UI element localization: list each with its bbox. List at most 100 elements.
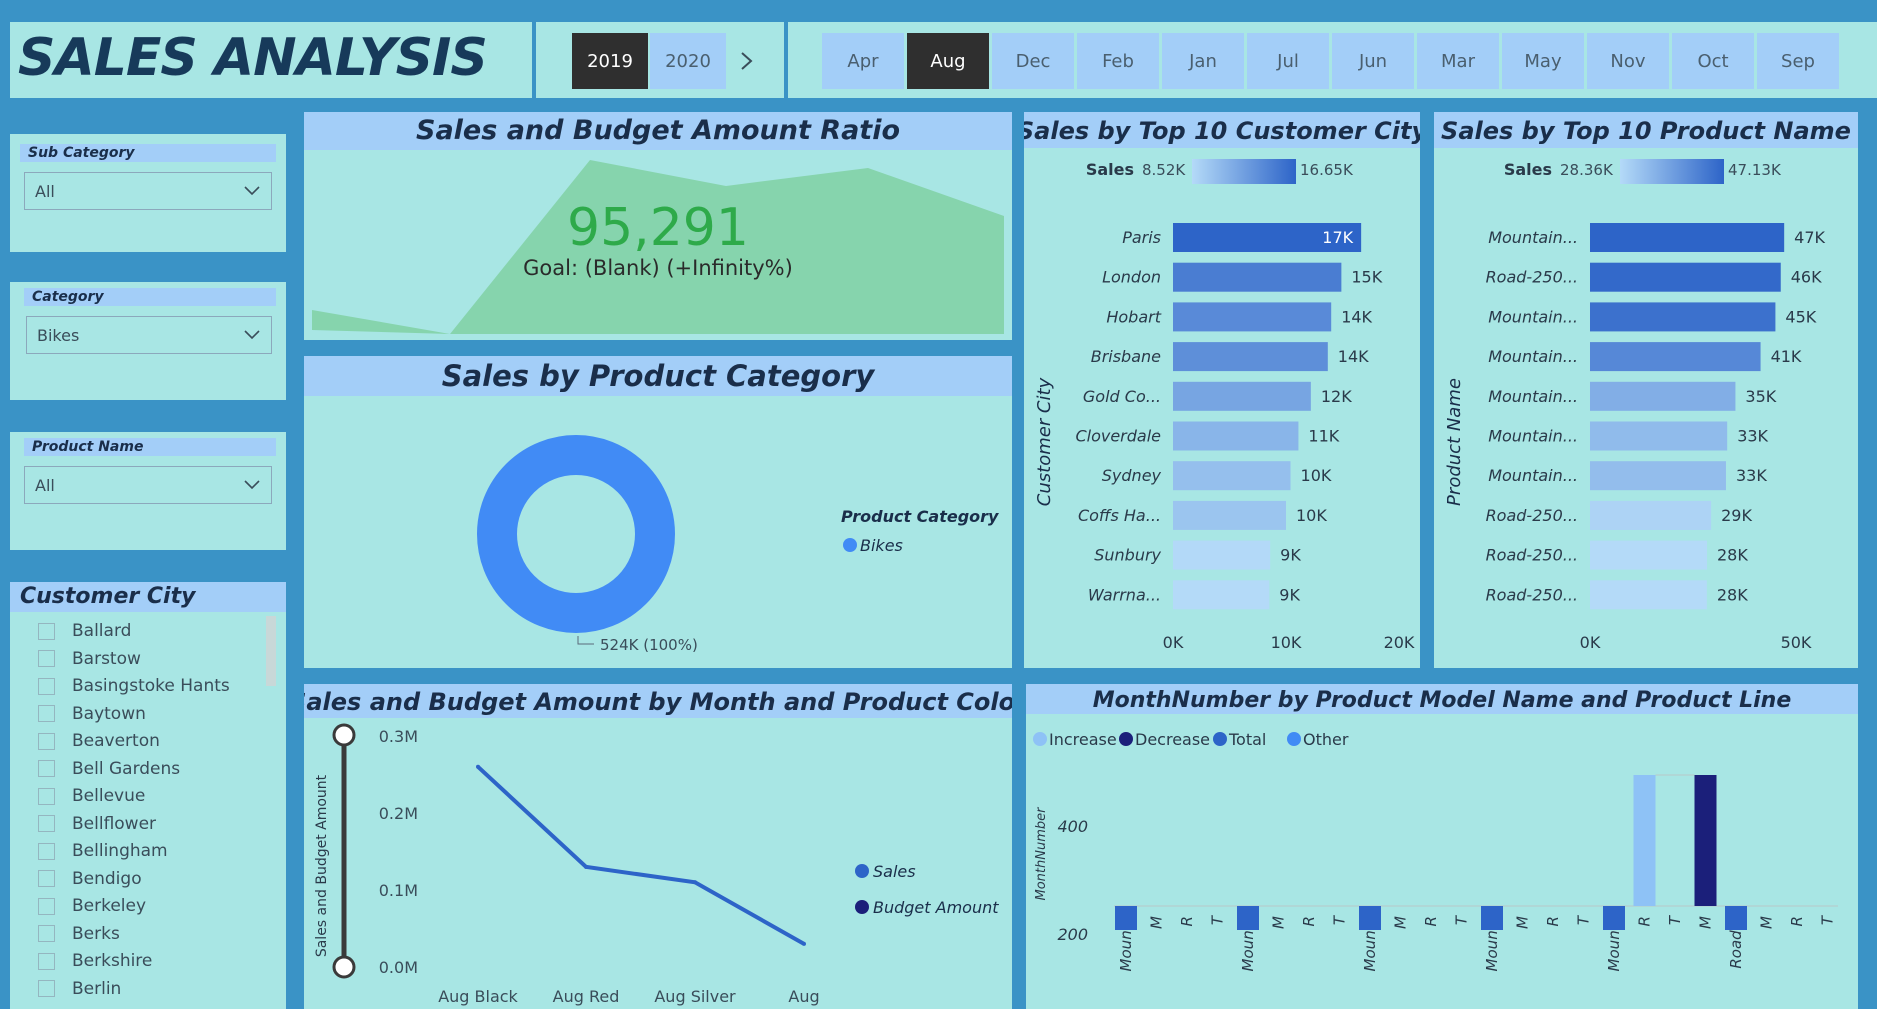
waterfall-bar-total[interactable] [1603,906,1625,930]
bar[interactable] [1173,302,1332,332]
chevron-right-icon[interactable] [736,44,758,78]
checkbox[interactable] [38,787,55,805]
checkbox[interactable] [38,897,55,915]
bar[interactable] [1590,223,1785,252]
bar[interactable] [1173,342,1328,372]
line-point[interactable] [693,880,697,885]
waterfall-bar-decrease[interactable] [1694,775,1717,906]
city-list-label: Berkshire [72,951,153,971]
bar[interactable] [1590,500,1712,530]
bar[interactable] [1590,262,1781,292]
category-tick-label: Cloverdale [1075,427,1161,446]
year-button-2020[interactable]: 2020 [650,33,726,89]
legend-swatch [1287,732,1301,746]
x-tick-label: R [1636,916,1654,926]
city-list-item[interactable]: Bendigo [38,869,142,889]
month-button-jan[interactable]: Jan [1162,33,1244,89]
bar[interactable] [1590,421,1728,451]
x-tick-label: M [1270,916,1288,929]
range-slider-handle-top[interactable] [332,723,356,747]
x-tick-label: Aug Red [553,987,620,1006]
month-button-may[interactable]: May [1502,33,1584,89]
checkbox[interactable] [38,952,55,970]
month-button-dec[interactable]: Dec [992,33,1074,89]
legend-label: Increase [1049,730,1117,749]
waterfall-bar-total[interactable] [1725,906,1747,930]
month-button-mar[interactable]: Mar [1417,33,1499,89]
bar[interactable] [1173,381,1311,411]
waterfall-bar-total[interactable] [1481,906,1503,930]
month-button-oct[interactable]: Oct [1672,33,1754,89]
month-button-nov[interactable]: Nov [1587,33,1669,89]
checkbox[interactable] [38,925,55,942]
month-button-jun[interactable]: Jun [1332,33,1414,89]
category-dropdown[interactable]: Bikes [26,316,272,354]
waterfall-bar-total[interactable] [1359,906,1381,930]
month-button-label: Feb [1102,50,1134,72]
bar[interactable] [1173,262,1342,292]
line-chart-panel: Sales and Budget Amount by Month and Pro… [289,684,1029,1009]
bar[interactable] [1590,540,1708,570]
city-list-item[interactable]: Berlin [38,979,121,999]
bar[interactable] [1173,421,1299,451]
checkbox[interactable] [38,760,55,777]
checkbox[interactable] [38,677,55,695]
city-list-label: Bendigo [72,868,142,889]
city-list-item[interactable]: Bellevue [38,786,145,806]
legend-swatch [1213,732,1227,746]
city-list-item[interactable]: Berkshire [38,951,152,971]
waterfall-bar-increase[interactable] [1633,775,1656,906]
x-tick-label: Aug [788,987,819,1006]
checkbox[interactable] [38,842,55,860]
bar[interactable] [1590,302,1776,332]
bar-data-label: 10K [1296,506,1327,525]
header-title-panel: SALES ANALYSIS [10,22,532,98]
month-button-label: May [1524,50,1562,72]
checkbox[interactable] [38,650,55,667]
city-list-item[interactable]: Bell Gardens [38,759,180,779]
bar-data-label: 10K [1301,466,1332,485]
year-button-2019[interactable]: 2019 [572,33,648,89]
city-list-item[interactable]: Barstow [38,649,141,669]
city-list-item[interactable]: Berkeley [38,896,146,916]
bar[interactable] [1173,500,1286,530]
scrollbar-thumb[interactable] [266,616,276,686]
city-list-item[interactable]: Beaverton [38,731,160,751]
bar[interactable] [1590,580,1707,610]
bar[interactable] [1590,342,1761,372]
checkbox[interactable] [38,980,55,997]
product-name-dropdown[interactable]: All [24,466,272,504]
month-button-sep[interactable]: Sep [1757,33,1839,89]
sub-category-dropdown[interactable]: All [24,172,272,210]
month-button-aug[interactable]: Aug [907,33,989,89]
city-list-item[interactable]: Berks [38,924,120,944]
chart-title: Sales and Budget Amount by Month and Pro… [304,688,1012,716]
bar[interactable] [1173,540,1271,570]
bar[interactable] [1590,381,1736,411]
waterfall-bar-total[interactable] [1237,906,1259,930]
city-list-item[interactable]: Ballard [38,621,131,641]
checkbox[interactable] [38,622,55,640]
bar[interactable] [1173,580,1270,610]
checkbox[interactable] [38,732,55,750]
checkbox[interactable] [38,705,55,722]
month-button-feb[interactable]: Feb [1077,33,1159,89]
sales-line[interactable] [476,765,805,946]
waterfall-bar-total[interactable] [1115,906,1137,930]
checkbox[interactable] [38,815,55,832]
city-list-item[interactable]: Basingstoke Hants [38,676,230,696]
checkbox[interactable] [38,870,55,887]
bar-data-label: 46K [1791,268,1822,287]
line-point[interactable] [476,764,480,769]
city-list-item[interactable]: Bellflower [38,814,156,834]
line-point[interactable] [584,864,588,869]
city-list-label: Ballard [72,621,132,641]
range-slider-handle-bottom[interactable] [332,955,356,979]
city-list-item[interactable]: Bellingham [38,841,168,861]
city-list-item[interactable]: Baytown [38,704,146,724]
bar[interactable] [1173,461,1291,491]
bar[interactable] [1590,461,1726,491]
line-point[interactable] [802,941,806,946]
month-button-apr[interactable]: Apr [822,33,904,89]
month-button-jul[interactable]: Jul [1247,33,1329,89]
